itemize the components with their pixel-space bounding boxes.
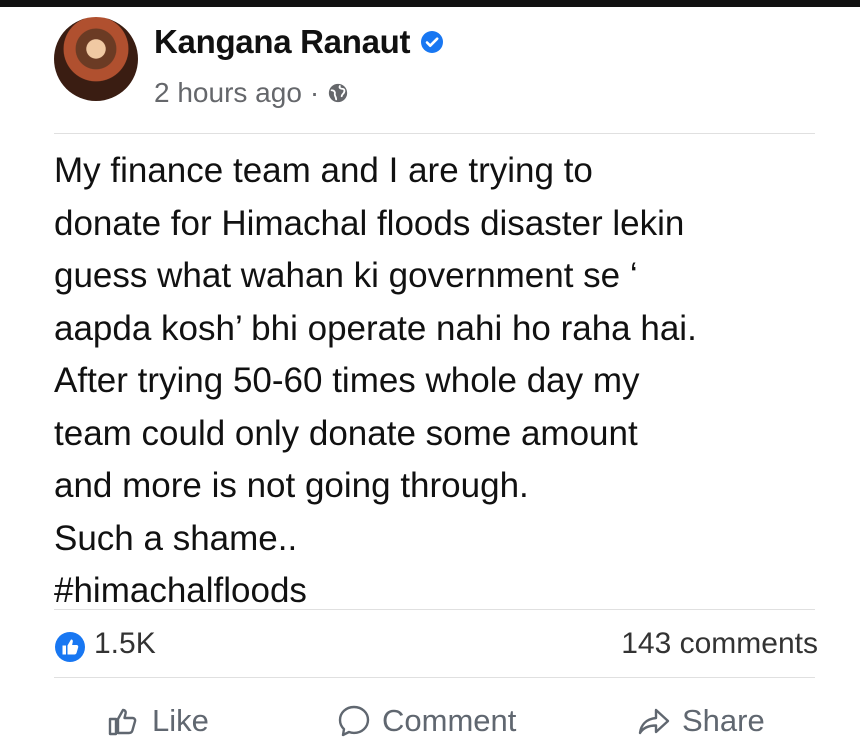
comment-icon xyxy=(338,705,370,737)
stats-divider xyxy=(54,677,815,678)
author-avatar[interactable] xyxy=(54,17,138,101)
comment-button[interactable]: Comment xyxy=(336,703,516,739)
thumbs-up-icon xyxy=(108,708,137,736)
author-name[interactable]: Kangana Ranaut xyxy=(154,23,410,61)
post-meta: 2 hours ago · xyxy=(154,77,349,109)
header-divider xyxy=(54,133,815,134)
verified-badge-icon xyxy=(421,31,444,53)
globe-icon[interactable] xyxy=(327,82,349,104)
reaction-count[interactable]: 1.5K xyxy=(94,627,156,661)
like-reaction-icon[interactable] xyxy=(54,631,86,663)
share-icon xyxy=(638,708,670,735)
post-timestamp[interactable]: 2 hours ago xyxy=(154,77,302,109)
meta-separator: · xyxy=(309,77,320,108)
post-body: My finance team and I are trying to dona… xyxy=(54,151,697,610)
comment-label: Comment xyxy=(382,703,517,738)
share-label: Share xyxy=(682,703,765,738)
share-button[interactable]: Share xyxy=(636,703,765,739)
like-button[interactable]: Like xyxy=(106,703,209,739)
post-card: Kangana Ranaut 2 hours ago · My finance … xyxy=(0,7,860,749)
like-label: Like xyxy=(152,703,209,738)
post-header: Kangana Ranaut 2 hours ago · xyxy=(54,17,814,109)
comment-count[interactable]: 143 comments xyxy=(621,627,818,661)
post-actions: Like Comment Share xyxy=(54,703,818,747)
body-divider xyxy=(54,609,815,610)
top-bar xyxy=(0,0,860,7)
author-row: Kangana Ranaut xyxy=(154,23,444,61)
post-stats: 1.5K 143 comments xyxy=(54,625,818,665)
